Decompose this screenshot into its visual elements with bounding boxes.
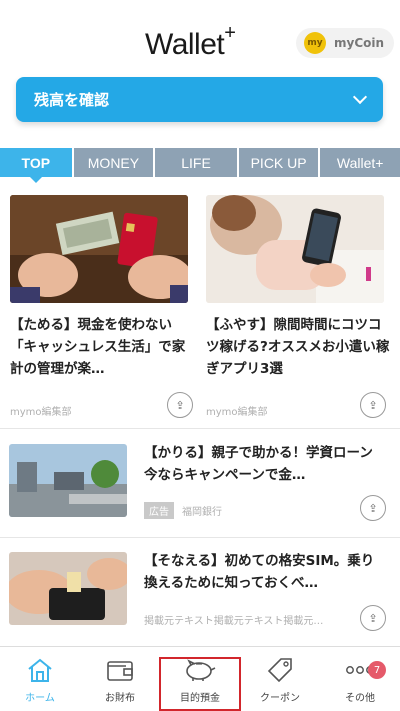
article-card[interactable]: 【かりる】親子で助かる！学資ローン今ならキャンペーンで金… 広告 福岡銀行 ⇪ <box>0 432 400 532</box>
article-card[interactable]: 【そなえる】初めての格安SIM。乗り換えるために知っておくべ… 掲載元テキスト掲… <box>0 542 400 642</box>
mycoin-button[interactable]: my myCoin <box>296 28 394 58</box>
notification-badge: 7 <box>368 661 386 679</box>
nav-home[interactable]: ホーム <box>0 647 80 711</box>
share-icon[interactable]: ⇪ <box>167 392 193 418</box>
article-title: 【ためる】現金を使わない「キャッシュレス生活」で家計の管理が楽… <box>10 317 186 377</box>
article-source: 掲載元テキスト掲載元テキスト掲載元… <box>144 616 324 627</box>
nav-more[interactable]: その他 <box>320 647 400 711</box>
article-source: mymo編集部 <box>206 407 268 418</box>
article-thumbnail <box>10 195 188 303</box>
article-title: 【かりる】親子で助かる！学資ローン今ならキャンペーンで金… <box>144 445 373 483</box>
article-title: 【ふやす】隙間時間にコツコツ稼げる?オススメお小遣い稼ぎアプリ3選 <box>206 317 390 377</box>
share-icon[interactable]: ⇪ <box>360 392 386 418</box>
nav-label: その他 <box>345 693 375 704</box>
article-thumbnail <box>9 444 127 517</box>
home-icon <box>26 657 54 683</box>
coupon-tag-icon <box>267 657 293 683</box>
tab-pickup[interactable]: PICK UP <box>238 148 319 177</box>
wallet-icon <box>106 657 134 683</box>
tab-top[interactable]: TOP <box>0 148 72 183</box>
article-meta: 広告 福岡銀行 <box>144 502 222 519</box>
nav-wallet[interactable]: お財布 <box>80 647 160 711</box>
chevron-down-icon <box>352 89 368 104</box>
balance-label: 残高を確認 <box>34 91 110 109</box>
nav-coupon[interactable]: クーポン <box>240 647 320 711</box>
category-tabs: TOP MONEY LIFE PICK UP Wallet+ <box>0 148 400 183</box>
article-thumbnail <box>206 195 384 303</box>
divider <box>0 428 400 429</box>
app-logo: Wallet+ <box>145 22 236 61</box>
balance-check-button[interactable]: 残高を確認 <box>16 77 383 122</box>
tab-money[interactable]: MONEY <box>73 148 154 177</box>
article-source: mymo編集部 <box>10 407 72 418</box>
tab-wallet-plus[interactable]: Wallet+ <box>320 148 400 177</box>
nav-label: お財布 <box>105 693 135 704</box>
divider <box>0 537 400 538</box>
mycoin-label: myCoin <box>334 36 385 50</box>
share-icon[interactable]: ⇪ <box>360 605 386 631</box>
nav-label: ホーム <box>25 693 55 704</box>
ad-badge: 広告 <box>144 502 174 519</box>
article-card[interactable]: 【ふやす】隙間時間にコツコツ稼げる?オススメお小遣い稼ぎアプリ3選 mymo編集… <box>200 190 400 425</box>
tab-life[interactable]: LIFE <box>155 148 237 177</box>
highlight-box <box>159 657 241 711</box>
nav-label: クーポン <box>260 693 300 704</box>
app-header: Wallet+ my myCoin <box>0 0 400 78</box>
coin-icon: my <box>304 32 326 54</box>
article-title: 【そなえる】初めての格安SIM。乗り換えるために知っておくべ… <box>144 553 375 591</box>
article-thumbnail <box>9 552 127 625</box>
article-card[interactable]: 【ためる】現金を使わない「キャッシュレス生活」で家計の管理が楽… mymo編集部… <box>0 190 200 425</box>
share-icon[interactable]: ⇪ <box>360 495 386 521</box>
article-source: 福岡銀行 <box>182 507 222 518</box>
